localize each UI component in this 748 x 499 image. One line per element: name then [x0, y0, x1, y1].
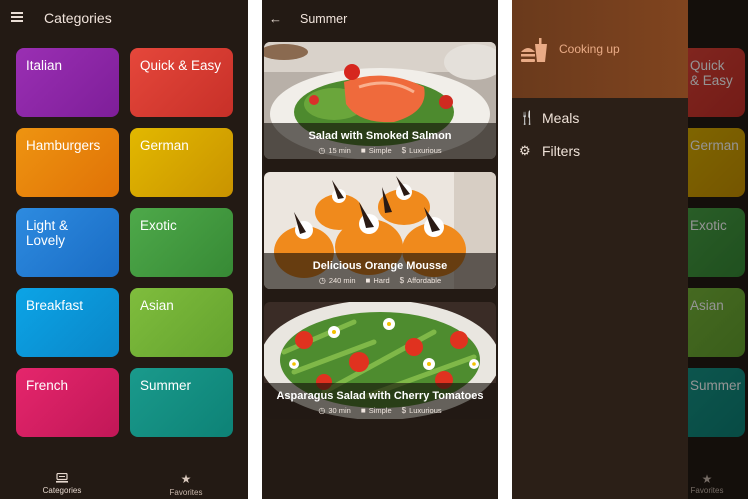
category-tile-summer[interactable]: Summer: [130, 368, 233, 437]
tab-label: Favorites: [169, 487, 203, 497]
drawer-header: Cooking up: [512, 0, 688, 98]
meals-screen: ← Summer Salad with Smoked Salmon ◷ 15 mi…: [262, 0, 498, 499]
category-label: German: [140, 138, 189, 153]
meal-title: Salad with Smoked Salmon: [308, 130, 452, 142]
category-tile-quick-easy[interactable]: Quick & Easy: [130, 48, 233, 117]
fastfood-icon: [521, 38, 547, 62]
drawer-screen: Quick & Easy German Exotic Asian Summer …: [512, 0, 748, 499]
dollar-icon: $: [401, 146, 407, 155]
meal-affordability: Affordable: [407, 276, 442, 285]
meal-meta: ◷ 30 min ■ Simple $ Luxurious: [270, 406, 490, 415]
navigation-drawer: Cooking up 🍴 Meals ⚙ Filters: [512, 0, 688, 499]
category-label: Exotic: [140, 218, 177, 233]
category-label: Italian: [26, 58, 63, 73]
meal-duration: 15 min: [328, 146, 351, 155]
category-tile-hamburgers[interactable]: Hamburgers: [16, 128, 119, 197]
app-bar: ← Summer: [262, 0, 498, 34]
menu-icon[interactable]: [11, 12, 23, 22]
meal-caption: Asparagus Salad with Cherry Tomatoes ◷ 30…: [264, 383, 496, 419]
app-bar: Categories: [0, 0, 248, 34]
category-tile-light-lovely[interactable]: Light & Lovely: [16, 208, 119, 277]
category-label: French: [26, 378, 69, 393]
clock-icon: ◷: [318, 406, 326, 415]
drawer-title: Cooking up: [559, 42, 620, 56]
page-title: Summer: [300, 12, 348, 26]
meal-meta: ◷ 15 min ■ Simple $ Luxurious: [270, 146, 490, 155]
category-label: Summer: [140, 378, 192, 393]
category-label: Asian: [140, 298, 174, 313]
tab-favorites[interactable]: ★ Favorites: [124, 469, 248, 499]
category-tile-breakfast[interactable]: Breakfast: [16, 288, 119, 357]
gear-icon: ⚙: [519, 143, 531, 158]
tab-categories[interactable]: Categories: [0, 469, 124, 499]
star-icon: ★: [180, 471, 192, 486]
meal-meta: ◷ 240 min ■ Hard $ Affordable: [270, 276, 490, 285]
page-title: Categories: [44, 10, 112, 26]
meal-duration: 30 min: [328, 406, 351, 415]
meal-card[interactable]: Delicious Orange Mousse ◷ 240 min ■ Hard $…: [264, 172, 496, 289]
meal-card[interactable]: Salad with Smoked Salmon ◷ 15 min ■ Simple…: [264, 42, 496, 159]
briefcase-icon: ■: [365, 276, 371, 285]
clock-icon: ◷: [318, 276, 326, 285]
dollar-icon: $: [401, 406, 407, 415]
category-label: Hamburgers: [26, 138, 101, 153]
meal-card[interactable]: Asparagus Salad with Cherry Tomatoes ◷ 30…: [264, 302, 496, 419]
category-tile-asian[interactable]: Asian: [130, 288, 233, 357]
meal-title: Delicious Orange Mousse: [312, 260, 448, 272]
drawer-item-label: Meals: [542, 110, 580, 126]
drawer-item-meals[interactable]: 🍴 Meals: [519, 110, 579, 126]
meal-affordability: Luxurious: [409, 146, 442, 155]
category-tile-exotic[interactable]: Exotic: [130, 208, 233, 277]
meal-complexity: Simple: [368, 146, 392, 155]
category-label: Light & Lovely: [26, 218, 69, 248]
tab-label: Categories: [42, 486, 82, 495]
back-arrow-icon[interactable]: ←: [269, 11, 282, 26]
drawer-item-label: Filters: [542, 143, 581, 159]
category-label: Breakfast: [26, 298, 84, 313]
meal-caption: Salad with Smoked Salmon ◷ 15 min ■ Simple…: [264, 123, 496, 159]
briefcase-icon: ■: [360, 146, 366, 155]
dollar-icon: $: [399, 276, 405, 285]
category-tile-italian[interactable]: Italian: [16, 48, 119, 117]
category-tile-german[interactable]: German: [130, 128, 233, 197]
briefcase-icon: ■: [360, 406, 366, 415]
meal-affordability: Luxurious: [409, 406, 442, 415]
category-label: Quick & Easy: [140, 58, 222, 73]
meal-title: Asparagus Salad with Cherry Tomatoes: [276, 390, 484, 402]
drawer-item-filters[interactable]: ⚙ Filters: [519, 143, 580, 159]
clock-icon: ◷: [318, 146, 326, 155]
meal-complexity: Simple: [368, 406, 392, 415]
bottom-navigation: Categories ★ Favorites: [0, 469, 248, 499]
categories-screen: Categories Italian Quick & Easy Hamburge…: [0, 0, 248, 499]
meal-duration: 240 min: [328, 276, 356, 285]
restaurant-icon: 🍴: [519, 110, 536, 125]
set-meal-icon: [56, 473, 68, 483]
meal-caption: Delicious Orange Mousse ◷ 240 min ■ Hard $…: [264, 253, 496, 289]
meal-complexity: Hard: [373, 276, 390, 285]
category-tile-french[interactable]: French: [16, 368, 119, 437]
